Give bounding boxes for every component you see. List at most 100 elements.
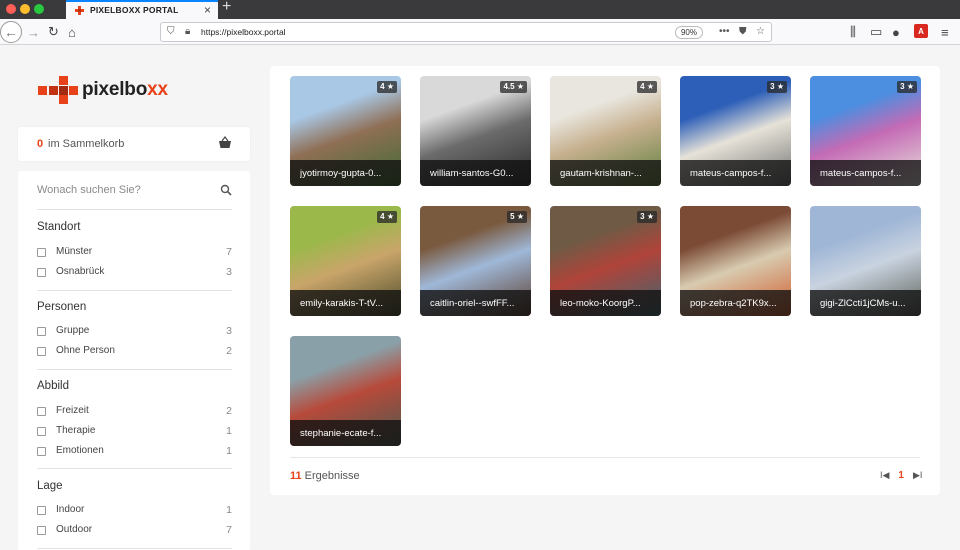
- filter-group-title-abbild[interactable]: Abbild: [37, 380, 69, 392]
- filter-option-ohne-person[interactable]: Ohne Person 2: [37, 345, 232, 359]
- reload-button[interactable]: ↻: [48, 24, 59, 40]
- result-thumbnail[interactable]: 4 ★ gautam-krishnan-...: [550, 76, 661, 186]
- thumbnail-caption: stephanie-ecate-f...: [290, 420, 401, 446]
- thumbnail-filename: caitlin-oriel--swfFF...: [430, 298, 515, 309]
- rating-badge: 3 ★: [767, 81, 787, 93]
- maximize-window-button[interactable]: [34, 4, 44, 14]
- cart-summary[interactable]: 0 im Sammelkorb: [18, 127, 250, 161]
- filter-group-title-lage[interactable]: Lage: [37, 480, 63, 492]
- new-tab-button[interactable]: +: [222, 0, 231, 16]
- forward-button[interactable]: →: [27, 24, 40, 40]
- current-page[interactable]: 1: [898, 470, 904, 481]
- thumbnail-caption: william-santos-G0...: [420, 160, 531, 186]
- checkbox[interactable]: [37, 268, 46, 277]
- checkbox[interactable]: [37, 526, 46, 535]
- pixelboxx-logo[interactable]: pixelboxx: [38, 76, 168, 104]
- filter-option-label: Münster: [56, 246, 93, 257]
- filter-option-muenster[interactable]: Münster 7: [37, 246, 232, 260]
- filter-group-title-standort[interactable]: Standort: [37, 221, 80, 233]
- filter-option-count: 1: [226, 425, 232, 437]
- thumbnail-caption: emily-karakis-T-tV...: [290, 290, 401, 316]
- checkbox[interactable]: [37, 347, 46, 356]
- back-button[interactable]: ←: [0, 21, 22, 43]
- logo-mark-icon: [38, 76, 78, 104]
- account-icon[interactable]: ●: [892, 24, 900, 40]
- filter-option-count: 3: [226, 325, 232, 337]
- page-actions-icon[interactable]: •••: [719, 26, 730, 37]
- filter-option-label: Osnabrück: [56, 266, 105, 277]
- tab-close-icon[interactable]: ×: [204, 3, 211, 17]
- url-bar[interactable]: ⛉ 🔒︎ https://pixelboxx.portal 90% ••• ⛊ …: [160, 22, 772, 42]
- close-window-button[interactable]: [6, 4, 16, 14]
- thumbnail-filename: mateus-campos-f...: [820, 168, 902, 179]
- cart-count: 0: [37, 138, 44, 150]
- last-page-icon[interactable]: ▶I: [913, 470, 922, 481]
- checkbox[interactable]: [37, 506, 46, 515]
- results-panel: 4 ★ jyotirmoy-gupta-0... 4.5 ★ william-sant…: [270, 66, 940, 495]
- filter-option-gruppe[interactable]: Gruppe 3: [37, 325, 232, 339]
- filter-option-therapie[interactable]: Therapie 1: [37, 425, 232, 439]
- filter-option-label: Outdoor: [56, 524, 93, 535]
- search-icon[interactable]: [220, 184, 232, 196]
- thumbnail-filename: mateus-campos-f...: [690, 168, 772, 179]
- filter-option-count: 1: [226, 445, 232, 457]
- filter-option-count: 7: [226, 246, 232, 258]
- result-thumbnail[interactable]: pop-zebra-q2TK9x...: [680, 206, 791, 316]
- browser-tab[interactable]: PIXELBOXX PORTAL ×: [66, 0, 218, 19]
- result-thumbnail[interactable]: stephanie-ecate-f...: [290, 336, 401, 446]
- pdf-extension-icon[interactable]: A: [914, 24, 928, 38]
- divider: [37, 548, 232, 549]
- pixelboxx-favicon-icon: [75, 6, 84, 15]
- rating-badge: 4 ★: [377, 211, 397, 223]
- home-button[interactable]: ⌂: [68, 24, 76, 40]
- url-text[interactable]: https://pixelboxx.portal: [201, 27, 286, 37]
- thumbnail-filename: stephanie-ecate-f...: [300, 428, 382, 439]
- thumbnail-caption: leo-moko-KoorgP...: [550, 290, 661, 316]
- shield-icon[interactable]: ⛉: [167, 26, 175, 37]
- checkbox[interactable]: [37, 447, 46, 456]
- filter-option-label: Emotionen: [56, 445, 104, 456]
- checkbox[interactable]: [37, 427, 46, 436]
- checkbox[interactable]: [37, 327, 46, 336]
- filter-option-count: 1: [226, 504, 232, 516]
- filter-option-indoor[interactable]: Indoor 1: [37, 504, 232, 518]
- thumbnail-filename: emily-karakis-T-tV...: [300, 298, 384, 309]
- thumbnail-caption: gigi-ZlCcti1jCMs-u...: [810, 290, 921, 316]
- basket-icon[interactable]: [218, 136, 232, 150]
- result-thumbnail[interactable]: 3 ★ mateus-campos-f...: [680, 76, 791, 186]
- filter-option-osnabrueck[interactable]: Osnabrück 3: [37, 266, 232, 280]
- filter-option-freizeit[interactable]: Freizeit 2: [37, 405, 232, 419]
- filter-option-count: 2: [226, 345, 232, 357]
- checkbox[interactable]: [37, 248, 46, 257]
- result-thumbnail[interactable]: 5 ★ caitlin-oriel--swfFF...: [420, 206, 531, 316]
- result-thumbnail[interactable]: 4 ★ jyotirmoy-gupta-0...: [290, 76, 401, 186]
- result-thumbnail[interactable]: 3 ★ leo-moko-KoorgP...: [550, 206, 661, 316]
- thumbnail-filename: gigi-ZlCcti1jCMs-u...: [820, 298, 906, 309]
- filter-option-outdoor[interactable]: Outdoor 7: [37, 524, 232, 538]
- search-input[interactable]: Wonach suchen Sie?: [37, 184, 141, 196]
- sidebar-icon[interactable]: ▭: [870, 24, 882, 40]
- bookmark-star-icon[interactable]: ☆: [756, 26, 765, 37]
- filter-option-label: Freizeit: [56, 405, 89, 416]
- thumbnail-caption: jyotirmoy-gupta-0...: [290, 160, 401, 186]
- divider: [37, 369, 232, 370]
- rating-badge: 3 ★: [897, 81, 917, 93]
- library-icon[interactable]: ⫼: [850, 24, 856, 40]
- menu-icon[interactable]: ≡: [941, 24, 949, 40]
- lock-icon[interactable]: 🔒︎: [185, 26, 190, 37]
- filter-option-emotionen[interactable]: Emotionen 1: [37, 445, 232, 459]
- result-thumbnail[interactable]: 4.5 ★ william-santos-G0...: [420, 76, 531, 186]
- filter-option-label: Gruppe: [56, 325, 90, 336]
- rating-badge: 4 ★: [377, 81, 397, 93]
- result-thumbnail[interactable]: 3 ★ mateus-campos-f...: [810, 76, 921, 186]
- checkbox[interactable]: [37, 407, 46, 416]
- rating-badge: 4 ★: [637, 81, 657, 93]
- filter-panel: Wonach suchen Sie? Standort Münster 7 Os…: [18, 171, 250, 550]
- pocket-icon[interactable]: ⛊: [739, 26, 747, 37]
- filter-group-title-personen[interactable]: Personen: [37, 301, 86, 313]
- first-page-icon[interactable]: I◀: [880, 470, 889, 481]
- result-thumbnail[interactable]: 4 ★ emily-karakis-T-tV...: [290, 206, 401, 316]
- zoom-level-badge[interactable]: 90%: [675, 26, 703, 39]
- minimize-window-button[interactable]: [20, 4, 30, 14]
- result-thumbnail[interactable]: gigi-ZlCcti1jCMs-u...: [810, 206, 921, 316]
